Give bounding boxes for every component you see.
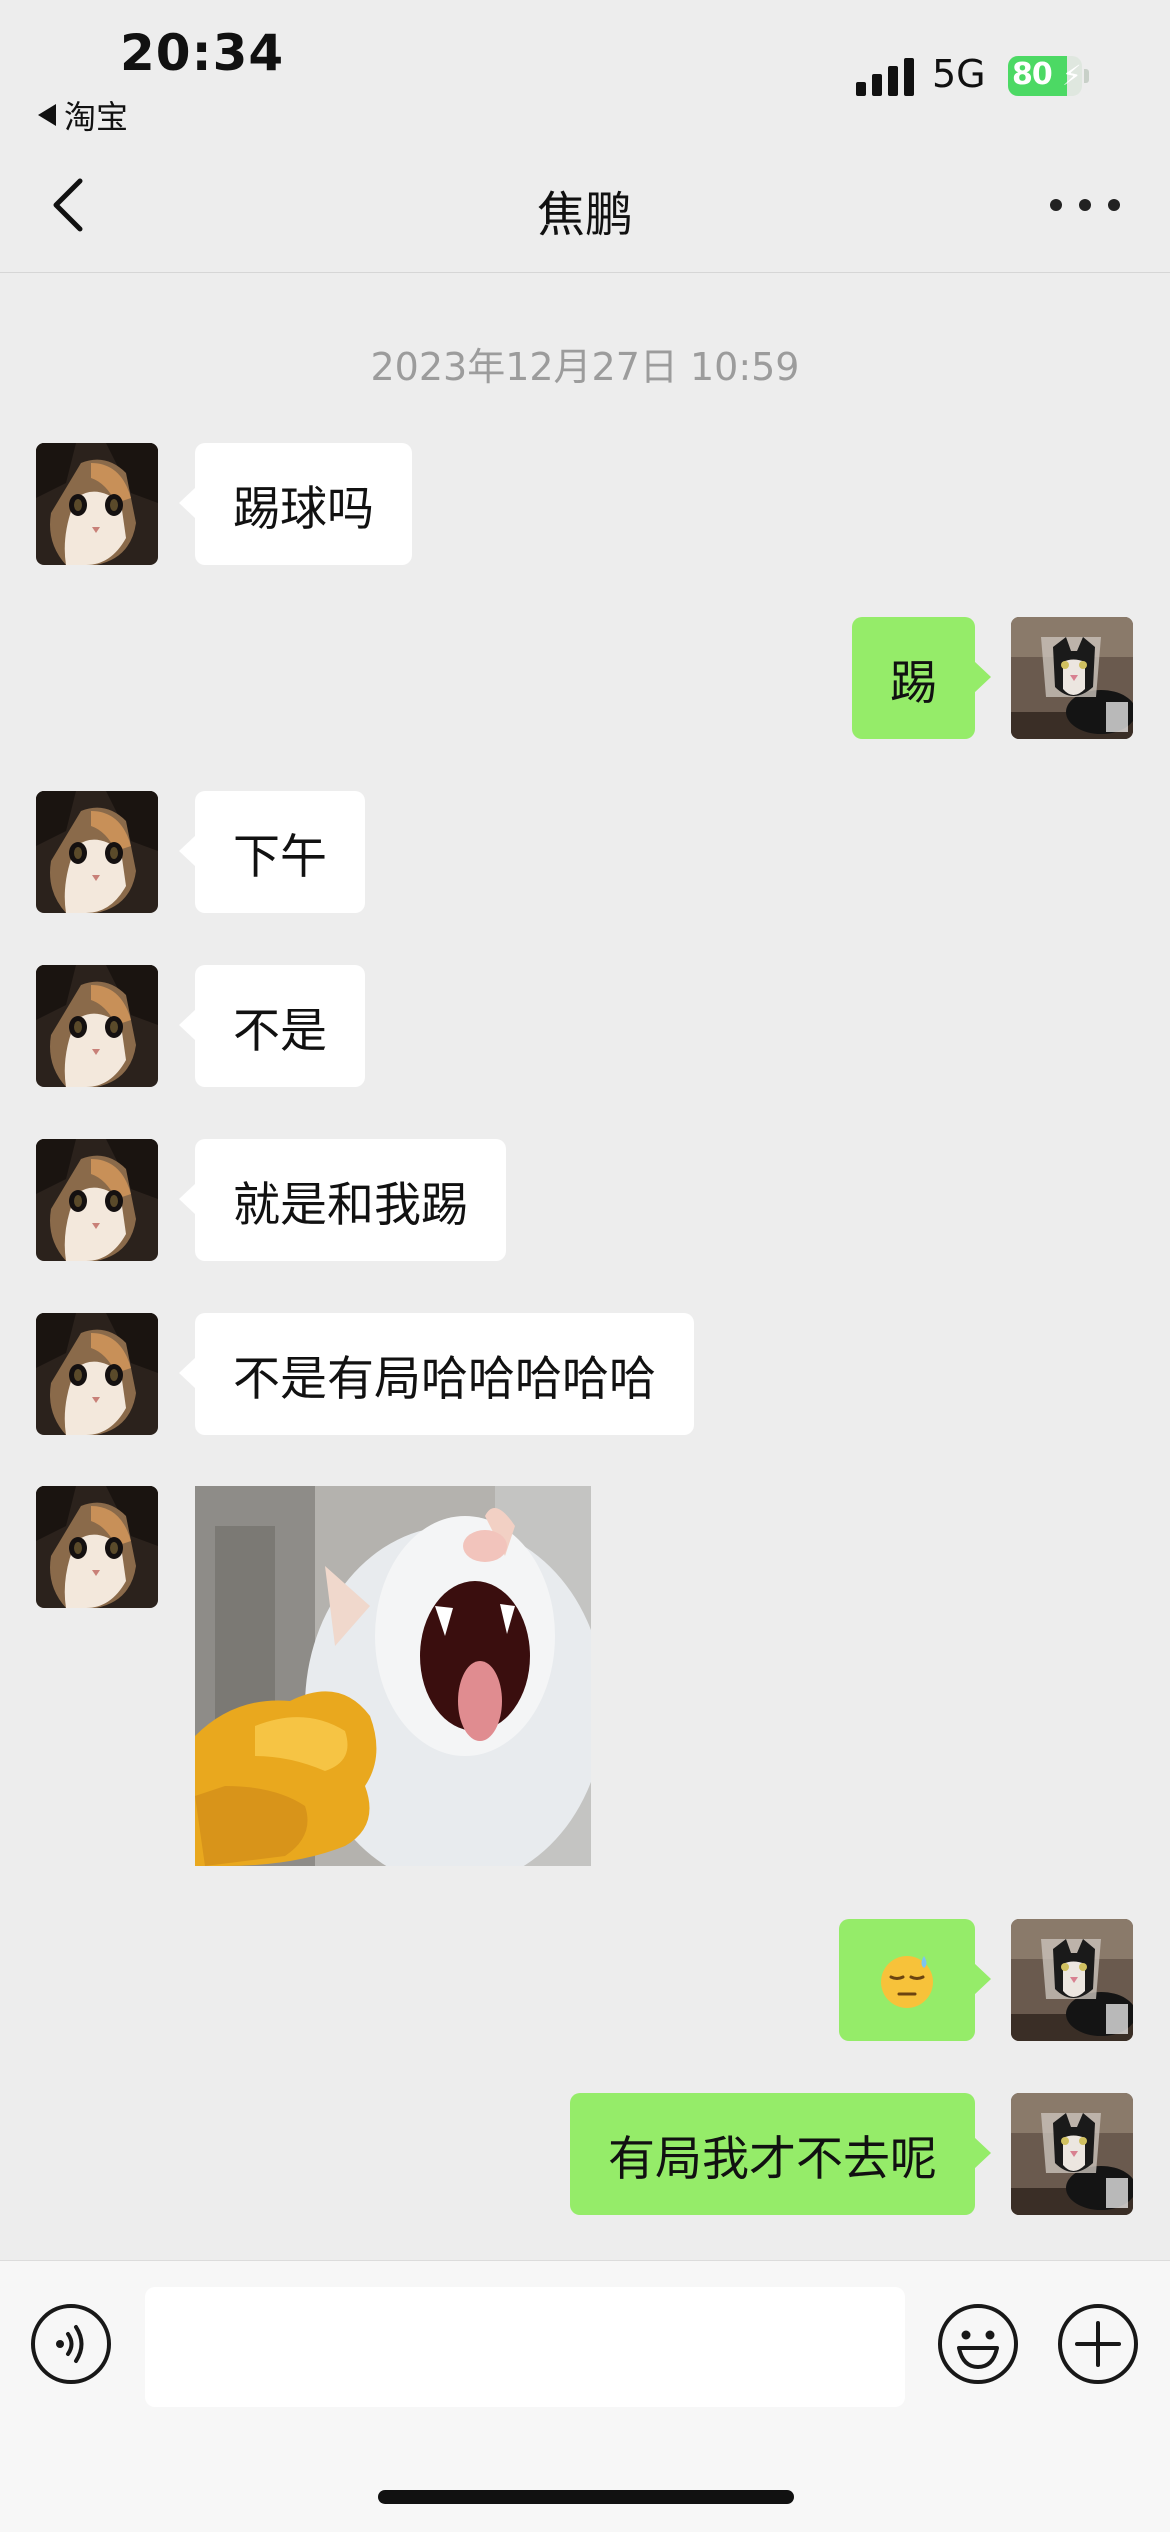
incoming-message-bubble[interactable]: 下午 [179,791,365,913]
incoming-message-bubble[interactable]: 就是和我踢 [179,1139,506,1261]
outgoing-message-bubble[interactable]: 有局我才不去呢 [570,2093,991,2215]
contact-avatar[interactable] [36,1486,158,1608]
back-app-label: 淘宝 [64,98,129,136]
my-avatar[interactable] [1011,1919,1133,2041]
screaming-cat-sticker[interactable] [195,1486,591,1866]
message-timestamp: 2023年12月27日 10:59 [370,345,800,389]
home-indicator[interactable] [378,2490,794,2504]
outgoing-emoji-bubble[interactable] [839,1919,991,2041]
my-avatar[interactable] [1011,617,1133,739]
status-time: 20:34 [120,24,285,82]
more-options-icon[interactable] [1050,185,1120,225]
contact-avatar[interactable] [36,1139,158,1261]
emoji-icon[interactable] [937,2303,1019,2385]
incoming-message-bubble[interactable]: 不是 [179,965,365,1087]
charging-bolt-icon: ⚡ [1062,59,1082,92]
back-to-app-link[interactable]: 淘宝 [38,92,128,138]
voice-icon[interactable] [30,2303,112,2385]
contact-avatar[interactable] [36,965,158,1087]
downcast-face-with-sweat-icon [881,1956,933,2008]
incoming-message-bubble[interactable]: 踢球吗 [179,443,412,565]
wechat-chat-screen: 20:34 淘宝 5G 80 ⚡ 焦鹏 2023年12月27日 10:59 踢球… [0,0,1170,2532]
plus-icon[interactable] [1057,2303,1139,2385]
battery-icon: 80 ⚡ [1008,56,1089,96]
outgoing-message-bubble[interactable]: 踢 [852,617,991,739]
battery-percent: 80 [1012,57,1053,92]
signal-icon [856,56,914,96]
network-type: 5G [932,52,986,96]
incoming-message-bubble[interactable]: 不是有局哈哈哈哈哈 [179,1313,694,1435]
nav-bar: 焦鹏 [0,135,1170,273]
chat-title: 焦鹏 [536,187,633,243]
back-triangle-icon [38,104,56,126]
my-avatar[interactable] [1011,2093,1133,2215]
message-input[interactable] [145,2287,905,2407]
status-bar: 20:34 淘宝 5G 80 ⚡ [0,0,1170,138]
contact-avatar[interactable] [36,443,158,565]
contact-avatar[interactable] [36,791,158,913]
contact-avatar[interactable] [36,1313,158,1435]
